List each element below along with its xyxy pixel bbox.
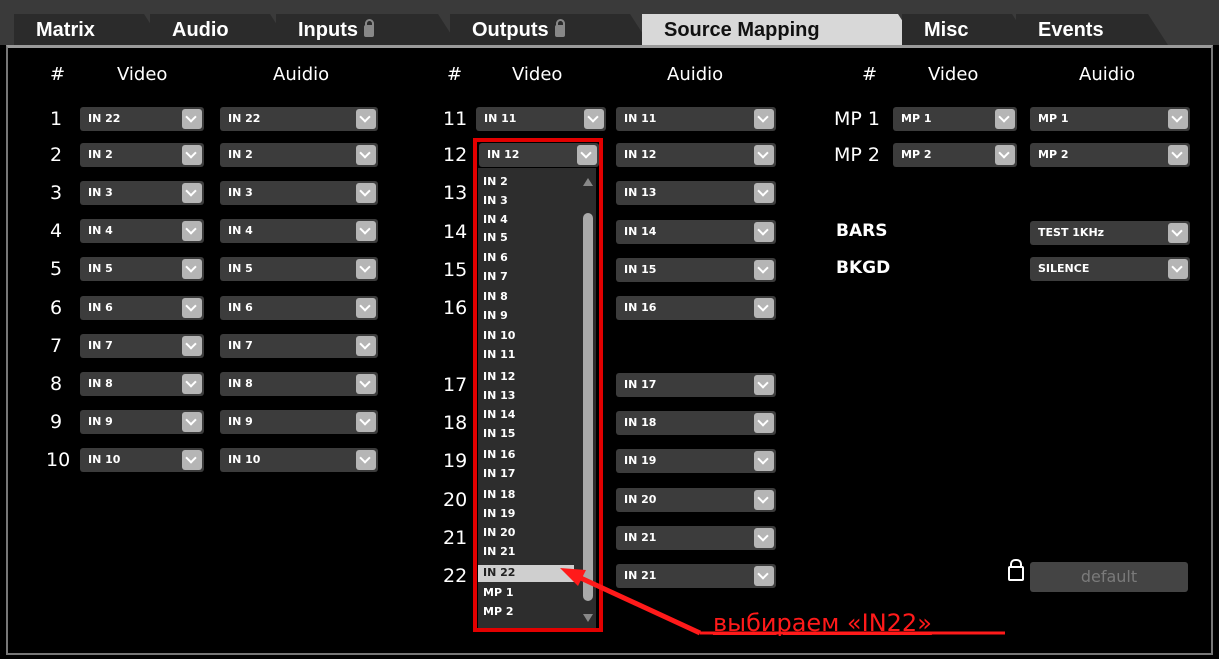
annotation-arrow xyxy=(560,568,1005,636)
annotation-text: выбираем «IN22» xyxy=(713,609,932,637)
